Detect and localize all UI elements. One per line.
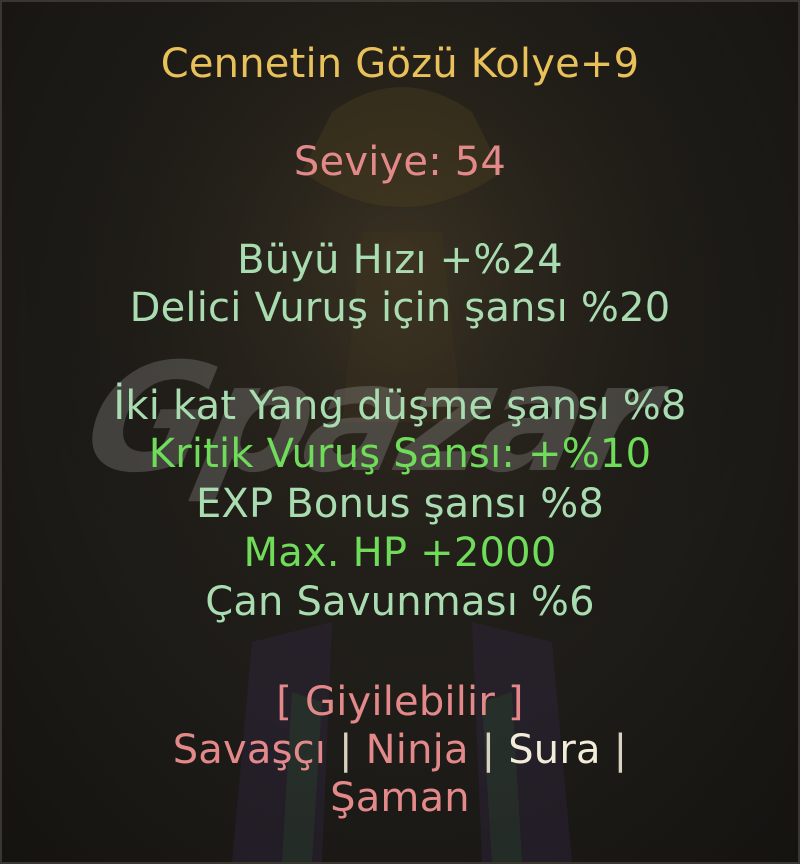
bonus-line: EXP Bonus şansı %8	[195, 481, 605, 527]
class-shaman: Şaman	[330, 775, 470, 821]
bonus-line: Kritik Vuruş Şansı: +%10	[148, 431, 652, 477]
bonus-line: Max. HP +2000	[243, 530, 557, 576]
item-name: Cennetin Gözü Kolye+9	[160, 41, 640, 87]
bonus-line: Büyü Hızı +%24	[237, 237, 563, 283]
class-separator: |	[613, 727, 628, 773]
class-warrior: Savaşçı	[172, 727, 327, 773]
class-sura: Sura	[508, 727, 601, 773]
class-separator: |	[339, 727, 353, 773]
class-ninja: Ninja	[365, 727, 469, 773]
bonus-line: Delici Vuruş için şansı %20	[129, 285, 671, 331]
class-list: Savaşçı | Ninja | Sura |	[2, 726, 798, 774]
item-level: Seviye: 54	[293, 139, 507, 185]
item-tooltip: Gpazar Cennetin Gözü Kolye+9 Seviye: 54 …	[0, 0, 800, 864]
bonus-line: Çan Savunması %6	[205, 579, 595, 625]
class-separator: |	[481, 727, 496, 773]
bonus-line: İki kat Yang düşme şansı %8	[113, 383, 687, 429]
wearable-label: [ Giyilebilir ]	[276, 679, 524, 725]
